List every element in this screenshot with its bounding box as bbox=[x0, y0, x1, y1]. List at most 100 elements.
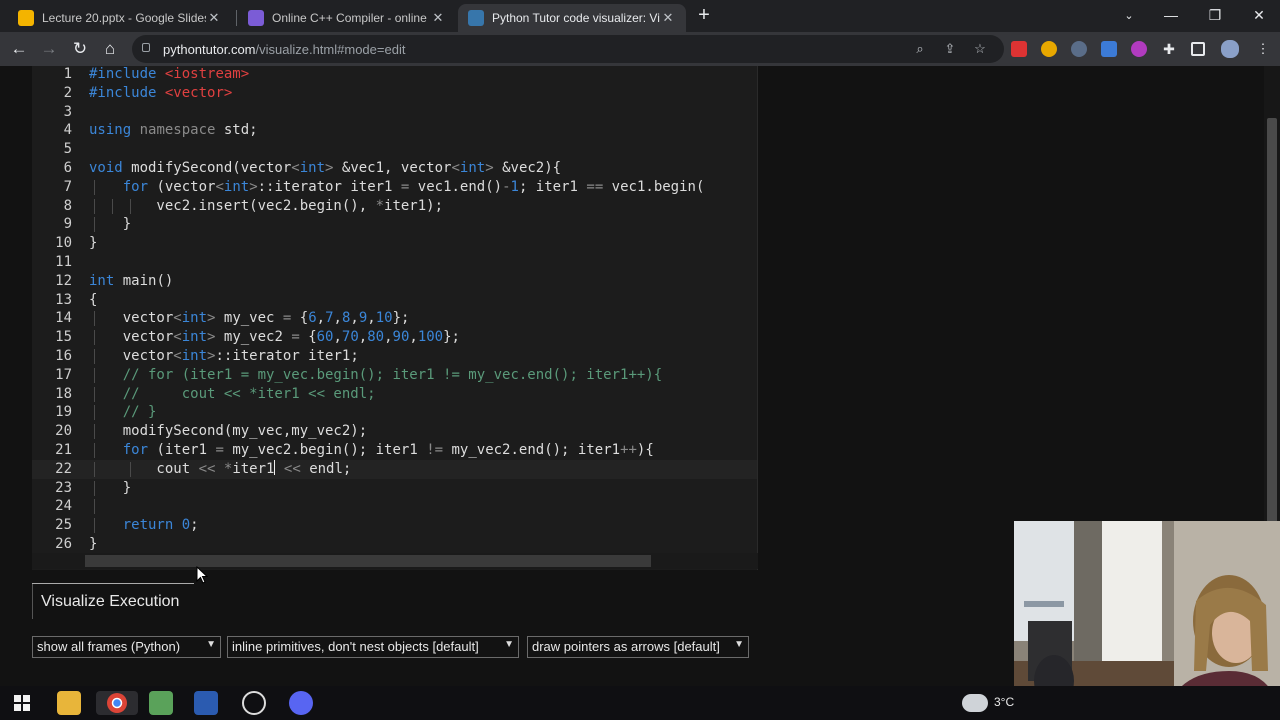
close-tab-icon[interactable]: ✕ bbox=[430, 10, 446, 26]
visualize-execution-button[interactable]: Visualize Execution bbox=[32, 583, 194, 619]
close-tab-icon[interactable]: ✕ bbox=[660, 10, 676, 26]
tab-title: Online C++ Compiler - online ed bbox=[272, 11, 430, 25]
windows-start-icon[interactable] bbox=[10, 691, 34, 715]
os-taskbar: 3°C bbox=[0, 686, 1280, 720]
chrome-icon bbox=[107, 693, 127, 713]
extension-icon[interactable] bbox=[1101, 41, 1117, 57]
code-line[interactable]: 4 using namespace std; bbox=[32, 121, 757, 140]
line-number: 5 bbox=[63, 141, 72, 158]
code-line[interactable]: 6 void modifySecond(vector<int> &vec1, ve… bbox=[32, 159, 757, 178]
lock-icon bbox=[142, 43, 150, 52]
tab-cpp-compiler[interactable]: Online C++ Compiler - online ed ✕ bbox=[238, 4, 456, 32]
code-line[interactable]: 26} bbox=[32, 535, 757, 554]
code-line[interactable]: 14 vector<int> my_vec = {6,7,8,9,10}; bbox=[32, 309, 757, 328]
code-line[interactable]: 13 { bbox=[32, 291, 757, 310]
line-number: 19 bbox=[55, 404, 72, 421]
code-line[interactable]: 5 bbox=[32, 140, 757, 159]
code-line[interactable]: 2 #include <vector> bbox=[32, 84, 757, 103]
code-line[interactable]: 24 bbox=[32, 497, 757, 516]
line-number: 26 bbox=[55, 536, 72, 552]
line-number: 11 bbox=[55, 254, 72, 270]
code-text: vector<int> my_vec = {6,7,8,9,10}; bbox=[89, 310, 410, 327]
chrome-taskbar-item[interactable] bbox=[96, 691, 138, 715]
scrollbar-thumb[interactable] bbox=[85, 555, 651, 567]
code-text: for (vector<int>::iterator iter1 = vec1.… bbox=[122, 178, 705, 195]
extension-icon[interactable] bbox=[1011, 41, 1027, 57]
weather-cloud-icon bbox=[962, 694, 988, 712]
editor-horizontal-scrollbar[interactable] bbox=[32, 553, 758, 569]
code-line[interactable]: 22 cout << *iter1 << endl; bbox=[32, 459, 757, 479]
code-editor[interactable]: 1 #include <iostream> 2 #include <vector> 3 4… bbox=[32, 66, 758, 570]
frames-select[interactable]: show all frames (Python) ▼ bbox=[32, 636, 221, 658]
line-number: 2 bbox=[63, 84, 72, 101]
zoom-icon[interactable]: ⌕ bbox=[912, 42, 928, 56]
share-icon[interactable]: ⇪ bbox=[942, 42, 958, 56]
menu-kebab-icon[interactable]: ⋮ bbox=[1255, 42, 1271, 56]
address-bar[interactable]: pythontutor.com/visualize.html#mode=edit… bbox=[132, 35, 1004, 63]
tab-divider bbox=[236, 10, 237, 26]
code-text: // } bbox=[122, 404, 157, 421]
side-panel-icon[interactable] bbox=[1191, 42, 1205, 56]
file-explorer-icon[interactable] bbox=[57, 691, 81, 715]
code-line[interactable]: 11 bbox=[32, 253, 757, 272]
minimize-button[interactable]: — bbox=[1148, 0, 1194, 30]
tab-python-tutor[interactable]: Python Tutor code visualizer: Visu ✕ bbox=[458, 4, 686, 32]
code-line[interactable]: 12 int main() bbox=[32, 272, 757, 291]
line-number: 23 bbox=[55, 479, 72, 496]
close-tab-icon[interactable]: ✕ bbox=[206, 10, 222, 26]
chevron-down-icon: ▼ bbox=[206, 639, 216, 650]
tab-google-slides[interactable]: Lecture 20.pptx - Google Slides ✕ bbox=[8, 4, 232, 32]
code-line[interactable]: 1 #include <iostream> bbox=[32, 66, 757, 84]
home-icon[interactable]: ⌂ bbox=[99, 38, 121, 60]
code-line[interactable]: 16 vector<int>::iterator iter1; bbox=[32, 347, 757, 366]
code-line[interactable]: 20 modifySecond(my_vec,my_vec2); bbox=[32, 422, 757, 441]
extension-icon[interactable] bbox=[1041, 41, 1057, 57]
code-text: using namespace std; bbox=[89, 122, 258, 139]
code-text: } bbox=[89, 536, 98, 552]
tab-search-icon[interactable]: ⌄ bbox=[1106, 0, 1152, 30]
code-line[interactable]: 10} bbox=[32, 234, 757, 253]
app-icon[interactable] bbox=[194, 691, 218, 715]
close-window-button[interactable]: ✕ bbox=[1236, 0, 1280, 30]
code-text: } bbox=[89, 216, 132, 233]
primitives-select[interactable]: inline primitives, don't nest objects [d… bbox=[227, 636, 519, 658]
code-line[interactable]: 19 // } bbox=[32, 403, 757, 422]
notepad-icon[interactable] bbox=[149, 691, 173, 715]
code-line[interactable]: 23 } bbox=[32, 479, 757, 498]
extension-icon[interactable] bbox=[1071, 41, 1087, 57]
puzzle-extensions-icon[interactable]: ✚ bbox=[1161, 42, 1177, 56]
code-text: void modifySecond(vector<int> &vec1, vec… bbox=[89, 160, 562, 176]
url-host: pythontutor.com bbox=[163, 42, 256, 57]
mouse-cursor-icon bbox=[196, 566, 208, 584]
new-tab-button[interactable]: + bbox=[694, 5, 714, 26]
frames-select-value: show all frames (Python) bbox=[37, 639, 181, 654]
code-line[interactable]: 17 // for (iter1 = my_vec.begin(); iter1… bbox=[32, 366, 757, 385]
forward-arrow-icon[interactable]: → bbox=[38, 38, 60, 60]
line-number: 13 bbox=[55, 291, 72, 308]
profile-avatar[interactable] bbox=[1221, 40, 1239, 58]
code-line[interactable]: 8 vec2.insert(vec2.begin(), *iter1); bbox=[32, 197, 757, 216]
code-line[interactable]: 25 return 0; bbox=[32, 516, 757, 535]
maximize-button[interactable]: ❐ bbox=[1192, 0, 1238, 30]
extension-icon[interactable] bbox=[1131, 41, 1147, 57]
python-icon bbox=[468, 10, 484, 26]
code-text: modifySecond(my_vec,my_vec2); bbox=[89, 423, 368, 440]
bookmark-star-icon[interactable]: ☆ bbox=[972, 42, 988, 56]
code-line[interactable]: 9 } bbox=[32, 215, 757, 234]
line-number: 6 bbox=[63, 160, 72, 176]
pointers-select[interactable]: draw pointers as arrows [default] ▼ bbox=[527, 636, 749, 658]
code-line[interactable]: 3 bbox=[32, 103, 757, 122]
code-text: cout << *iter1 << endl; bbox=[89, 459, 352, 477]
slides-icon bbox=[18, 10, 34, 26]
chevron-down-icon: ▼ bbox=[504, 639, 514, 650]
obs-icon[interactable] bbox=[242, 691, 266, 715]
tab-title: Lecture 20.pptx - Google Slides bbox=[42, 11, 206, 25]
back-arrow-icon[interactable]: ← bbox=[8, 38, 30, 60]
url-text: pythontutor.com/visualize.html#mode=edit bbox=[163, 42, 405, 57]
code-line[interactable]: 18 // cout << *iter1 << endl; bbox=[32, 385, 757, 404]
reload-icon[interactable]: ↻ bbox=[69, 38, 91, 60]
code-line[interactable]: 21 for (iter1 = my_vec2.begin(); iter1 !… bbox=[32, 441, 757, 460]
code-line[interactable]: 15 vector<int> my_vec2 = {60,70,80,90,10… bbox=[32, 328, 757, 347]
discord-icon[interactable] bbox=[289, 691, 313, 715]
code-line[interactable]: 7 for (vector<int>::iterator iter1 = vec… bbox=[32, 178, 757, 197]
